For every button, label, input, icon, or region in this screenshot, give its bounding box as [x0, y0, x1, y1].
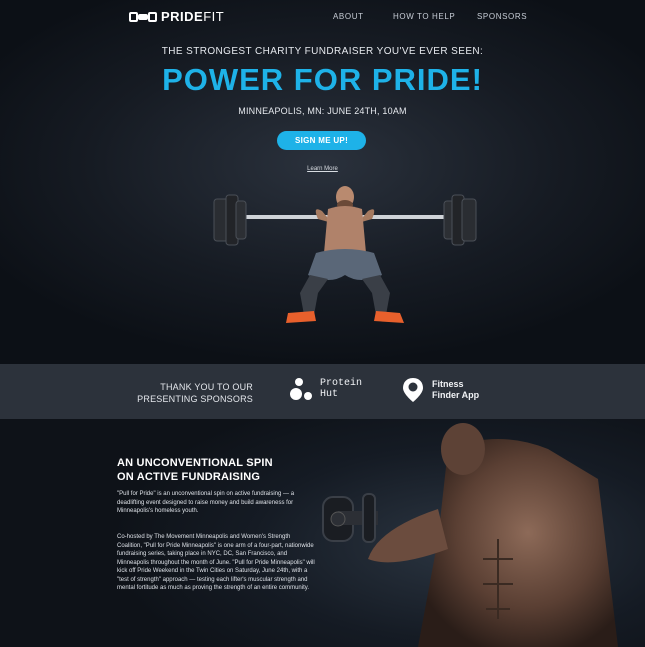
nav-link-sponsors[interactable]: SPONSORS — [477, 12, 527, 21]
nav-link-how-to-help[interactable]: HOW TO HELP — [393, 12, 455, 21]
nav-link-about[interactable]: ABOUT — [333, 12, 364, 21]
sponsor-thanks-text: THANK YOU TO OUR PRESENTING SPONSORS — [137, 382, 253, 404]
about-paragraph-1: "Pull for Pride" is an unconventional sp… — [117, 491, 295, 514]
map-pin-logo-icon — [403, 378, 423, 402]
bodybuilder-image — [322, 423, 618, 647]
hero-section: PRIDEFIT ABOUT HOW TO HELP SPONSORS THE … — [0, 0, 645, 364]
weightlifter-image — [213, 186, 477, 323]
logo-text: PRIDEFIT — [161, 9, 225, 24]
about-title: AN UNCONVENTIONAL SPIN ON ACTIVE FUNDRAI… — [117, 457, 273, 483]
sponsor-protein-hut[interactable]: Protein Hut — [290, 377, 362, 401]
about-paragraph-2: Co-hosted by The Movement Minneapolis an… — [117, 534, 315, 591]
hero-pre-title: THE STRONGEST CHARITY FUNDRAISER YOU'VE … — [161, 46, 484, 57]
sign-me-up-button[interactable]: SIGN ME UP! — [277, 131, 366, 150]
hero-title: POWER FOR PRIDE! — [162, 62, 483, 97]
sponsor-name: Fitness Finder App — [432, 379, 480, 400]
learn-more-link[interactable]: Learn More — [0, 166, 645, 172]
sponsor-name: Protein Hut — [320, 378, 363, 400]
dumbbell-logo-icon — [129, 10, 157, 24]
event-info: MINNEAPOLIS, MN: JUNE 24TH, 10AM — [238, 106, 407, 116]
pridefit-logo[interactable]: PRIDEFIT — [129, 9, 224, 24]
about-section — [0, 419, 645, 647]
protein-hut-logo-icon — [290, 378, 312, 400]
sponsor-fitness-finder[interactable]: Fitness Finder App — [402, 377, 479, 403]
top-nav: PRIDEFIT ABOUT HOW TO HELP SPONSORS — [0, 0, 645, 34]
